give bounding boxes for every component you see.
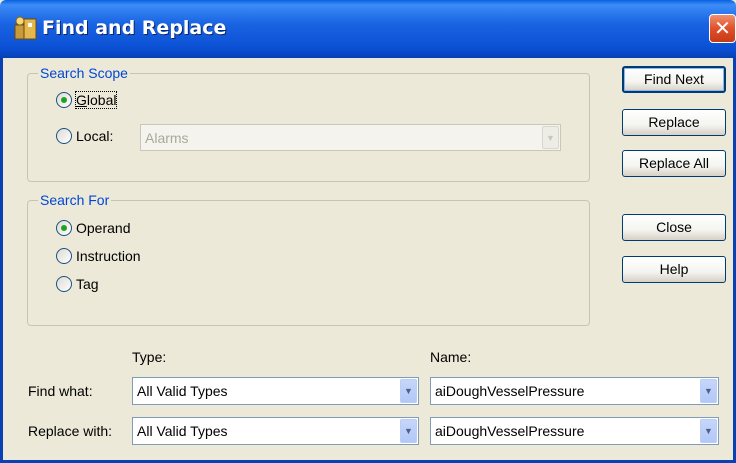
chevron-down-icon[interactable]: ▼ [700,419,717,443]
local-scope-select[interactable]: Alarms ▼ [140,124,561,151]
local-radio-button[interactable] [56,128,72,144]
app-icon [14,16,37,40]
search-scope-legend: Search Scope [38,65,130,81]
global-radio[interactable]: Global [56,91,118,109]
tag-radio-button[interactable] [56,276,72,292]
find-type-value: All Valid Types [137,383,228,399]
name-column-header: Name: [430,349,472,365]
find-what-label: Find what: [28,383,93,399]
find-type-select[interactable]: All Valid Types ▼ [132,377,419,405]
close-icon: ✕ [714,16,731,40]
local-scope-value: Alarms [145,129,189,146]
operand-radio-label: Operand [76,220,131,236]
global-radio-button[interactable] [56,92,72,108]
search-for-legend: Search For [38,192,112,208]
instruction-radio-label: Instruction [76,248,141,264]
replace-name-value: aiDoughVesselPressure [435,423,585,439]
replace-with-label: Replace with: [28,423,113,439]
replace-type-value: All Valid Types [137,423,228,439]
tag-radio-label: Tag [76,276,99,292]
local-radio-label: Local: [76,128,114,144]
help-button[interactable]: Help [622,256,726,283]
replace-all-button[interactable]: Replace All [622,150,726,177]
find-name-select[interactable]: aiDoughVesselPressure ▼ [430,377,719,405]
local-radio[interactable]: Local: [56,128,113,144]
instruction-radio[interactable]: Instruction [56,248,141,264]
instruction-radio-button[interactable] [56,248,72,264]
chevron-down-icon[interactable]: ▼ [400,419,417,443]
chevron-down-icon[interactable]: ▼ [400,379,417,403]
title-bar[interactable]: Find and Replace ✕ [0,0,736,58]
window-title: Find and Replace [42,17,227,39]
find-name-value: aiDoughVesselPressure [435,383,585,399]
replace-type-select[interactable]: All Valid Types ▼ [132,417,419,445]
operand-radio-button[interactable] [56,220,72,236]
type-column-header: Type: [132,349,167,365]
find-next-button[interactable]: Find Next [622,66,726,93]
replace-button[interactable]: Replace [622,109,726,136]
tag-radio[interactable]: Tag [56,276,99,292]
chevron-down-icon[interactable]: ▼ [542,126,559,149]
operand-radio[interactable]: Operand [56,220,130,236]
chevron-down-icon[interactable]: ▼ [700,379,717,403]
close-button[interactable]: Close [622,214,726,241]
global-label-text: lobal [86,92,117,108]
replace-name-select[interactable]: aiDoughVesselPressure ▼ [430,417,719,445]
close-window-button[interactable]: ✕ [709,14,736,43]
global-radio-label: Global [74,91,118,109]
